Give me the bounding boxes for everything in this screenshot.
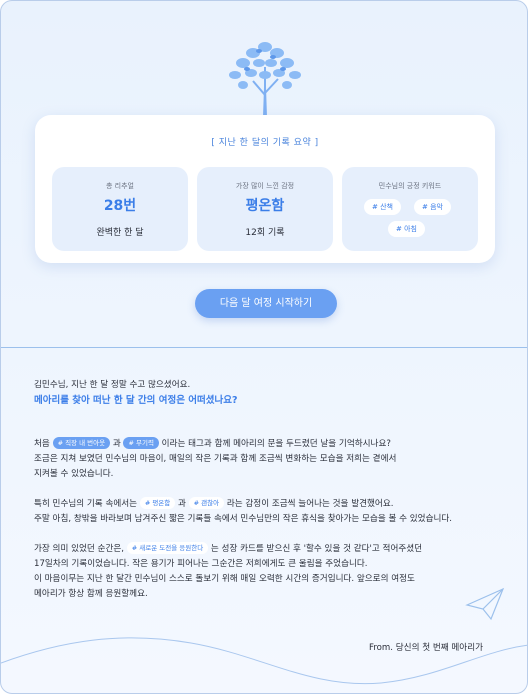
p2-rest: 라는 감정이 조금씩 늘어나는 것을 발견했어요. [226,499,394,509]
tree-icon [229,42,301,117]
stat-label: 총 리추얼 [106,182,134,190]
keyword-chip: # 산책 [364,199,401,215]
p3-prefix: 가장 의미 있었던 순간은, [34,544,124,554]
stat-value: 28번 [103,198,137,214]
section-divider [1,347,527,348]
p1-rest: 이라는 태그과 함께 메아리의 문을 두드렸던 날을 기억하시나요? [161,439,391,449]
stat-ritual-count: 총 리추얼 28번 완벽한 한 달 [52,167,188,251]
letter-headline: 메아리를 찾아 떠난 한 달 간의 여정은 어떠셨나요? [34,395,238,406]
tag-new-challenge: # 새로운 도전을 응원한다 [126,542,209,554]
keyword-chip: # 아침 [388,221,425,237]
p3-line3: 이 마음이무는 지난 한 달간 민수님이 스스로 돌보기 위해 매일 오력한 시… [34,574,415,584]
p3-rest: 는 성장 카드를 받으신 후 '할수 있을 것 같다'고 적어주셨던 [210,544,423,554]
tag-burnout: # 직장 내 번아웃 [52,437,111,449]
tag-okay: # 괜찮아 [188,497,225,509]
letter-paragraph-3: 가장 의미 있었던 순간은, # 새로운 도전을 응원한다 는 성장 카드를 받… [34,542,504,602]
p1-and: 과 [112,439,121,449]
stat-sub: 완벽한 한 달 [96,228,144,238]
start-next-month-button[interactable]: 다음 달 여정 시작하기 [195,289,337,318]
p1-line2: 조금은 지쳐 보였던 민수님의 마음이, 매일의 작은 기록과 함께 조금씩 변… [34,454,397,464]
stat-top-emotion: 가장 많이 느낀 감정 평온함 12회 기록 [197,167,333,251]
tag-calm: # 평온함 [139,497,176,509]
letter-greeting: 김민수님, 지난 한 달 정말 수고 많으셨어요. [34,380,191,390]
stat-positive-keywords: 민수님의 긍정 키워드 # 산책 # 음악 # 아침 [342,167,478,251]
p3-line4: 메아리가 항상 함께 응원할께요. [34,589,148,599]
letter-page: [ 지난 한 달의 기록 요약 ] 총 리추얼 28번 완벽한 한 달 가장 많… [0,0,528,694]
p2-prefix: 특히 민수님의 기록 속에서는 [34,499,138,509]
stat-label: 민수님의 긍정 키워드 [378,182,442,190]
p3-line2: 17일차의 기록이었습니다. 작은 용기가 피어나는 그순간은 저희에게도 큰 … [34,559,368,569]
letter-paragraph-2: 특히 민수님의 기록 속에서는 # 평온함 과 # 괜찮아 라는 감정이 조금씩… [34,497,504,527]
letter-intro: 김민수님, 지난 한 달 정말 수고 많으셨어요. 메아리를 찾아 떠난 한 달… [34,378,504,408]
summary-title: [ 지난 한 달의 기록 요약 ] [211,138,319,148]
p2-and: 과 [178,499,186,509]
letter-paragraph-1: 처음 # 직장 내 번아웃 과 # 무기력 이라는 태그과 함께 메아리의 문을… [34,437,504,482]
stat-sub: 12회 기록 [245,228,285,238]
stat-label: 가장 많이 느낀 감정 [235,182,295,190]
p1-prefix: 처음 [34,439,50,449]
paper-plane-icon [465,587,505,621]
p2-line2: 주말 아침, 창밖을 바라보며 남겨주신 짧은 기록들 속에서 민수님만의 작은… [34,514,453,524]
keyword-chip: # 음악 [414,199,451,215]
letter-signature: From. 당신의 첫 번째 메아리가 [369,643,484,653]
keyword-list: # 산책 # 음악 # 아침 [342,199,478,239]
stat-value: 평온함 [245,198,285,214]
tag-lethargy: # 무기력 [123,437,159,449]
p1-line3: 지켜볼 수 있었습니다. [34,469,114,479]
summary-card: [ 지난 한 달의 기록 요약 ] 총 리추얼 28번 완벽한 한 달 가장 많… [35,115,495,263]
